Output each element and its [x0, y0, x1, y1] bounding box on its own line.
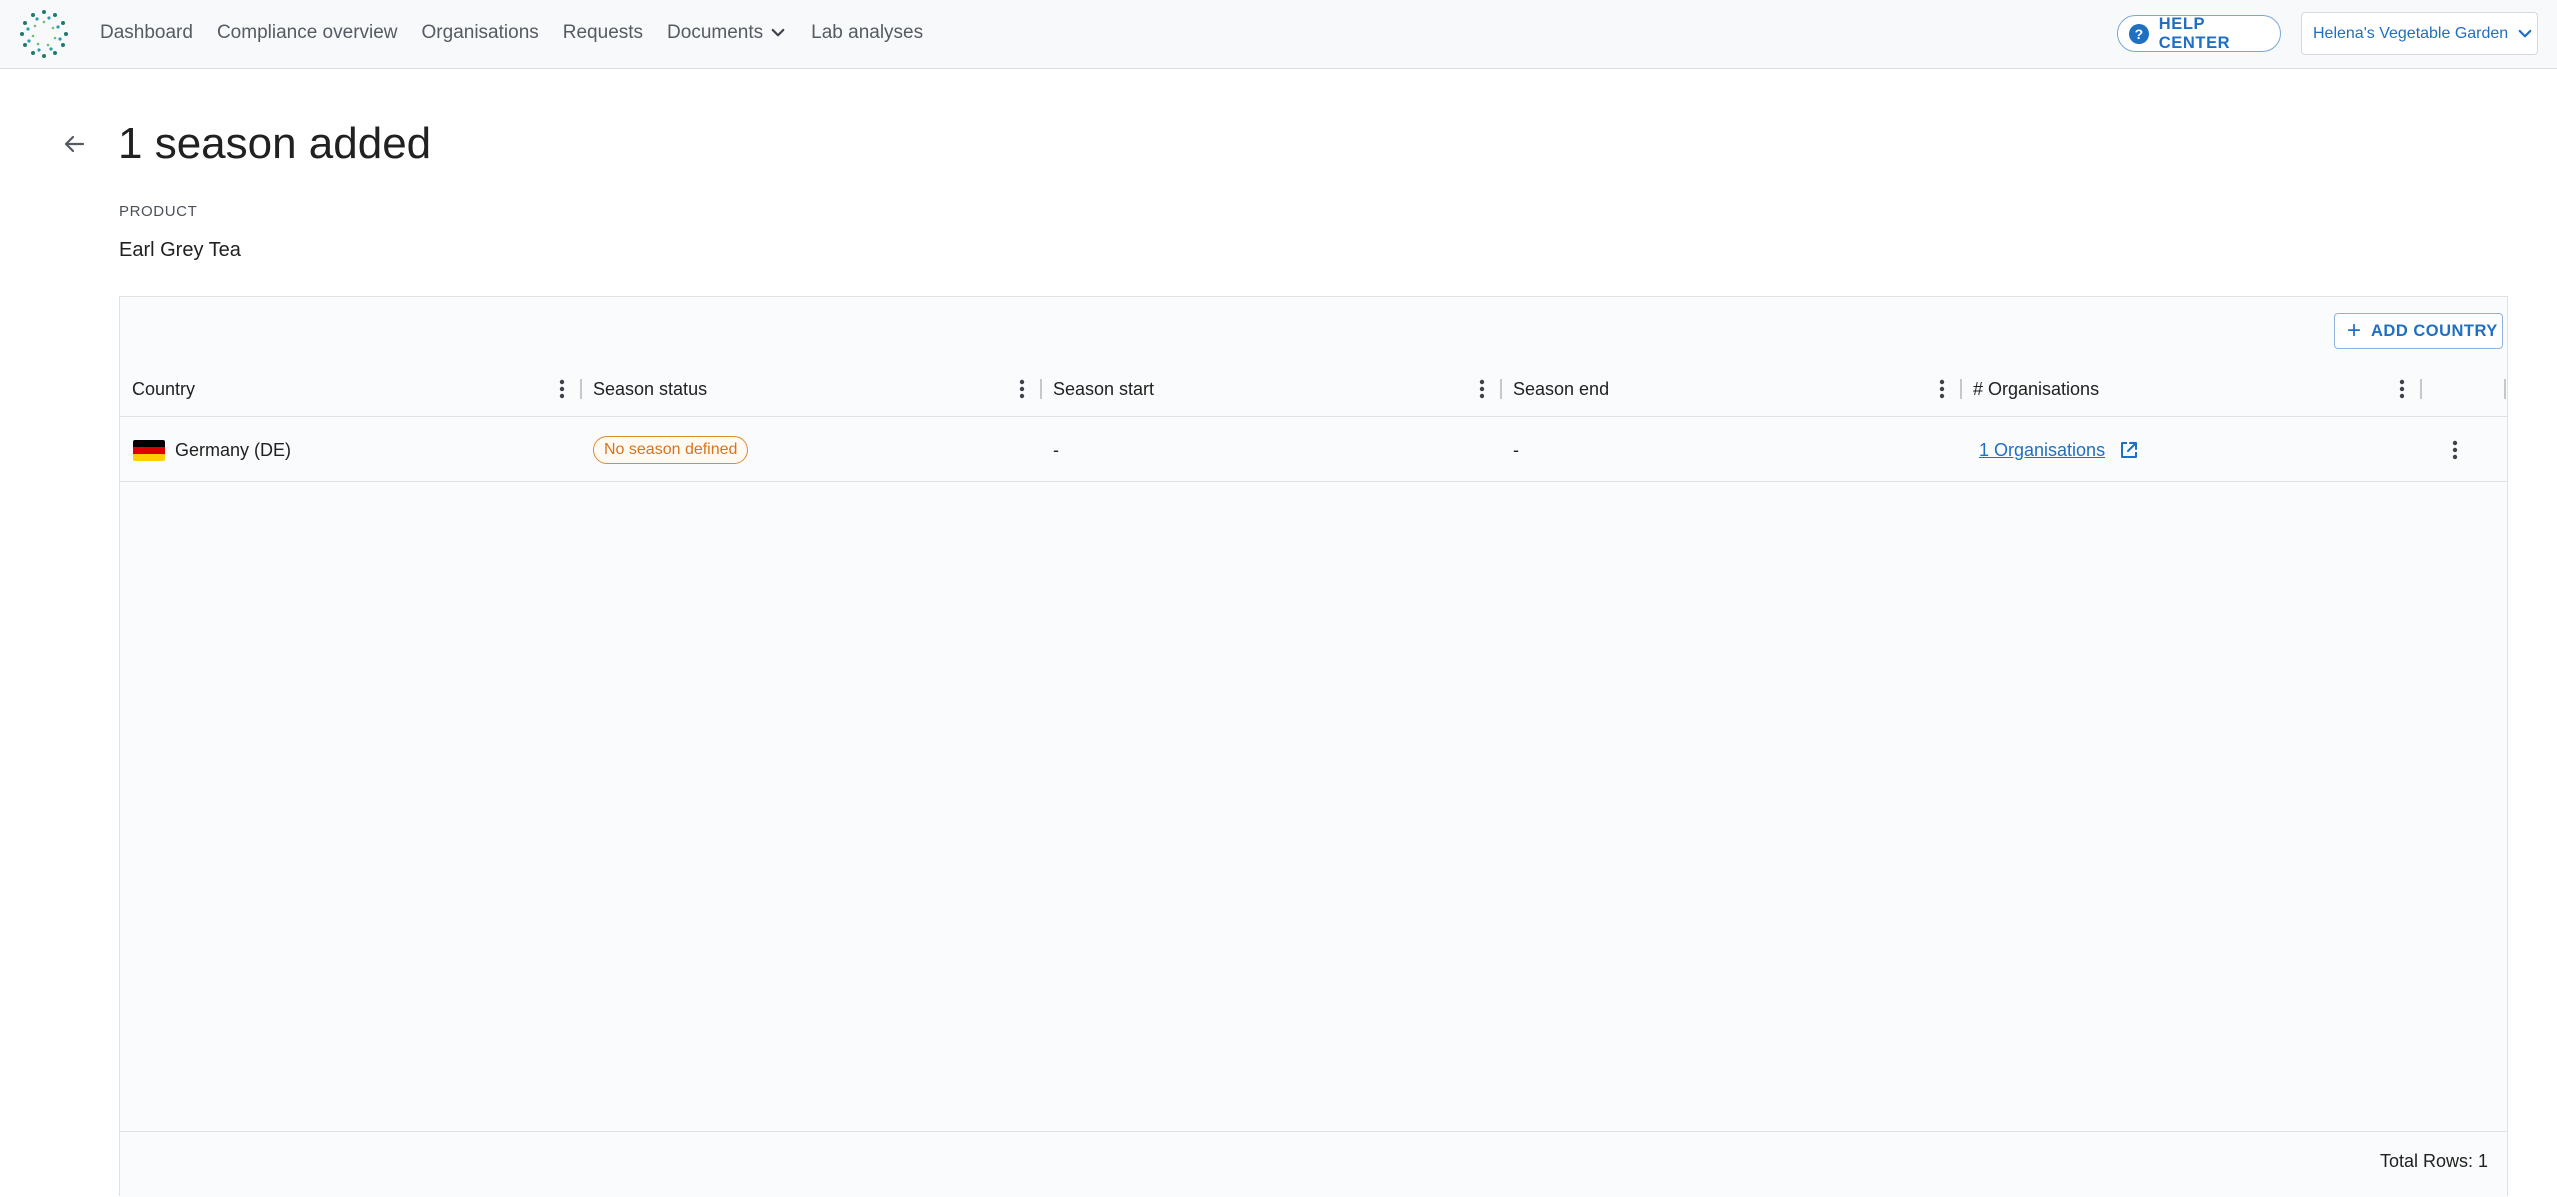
cell-season-start: -	[1053, 439, 1059, 460]
column-header-season-end[interactable]: Season end	[1501, 361, 1961, 417]
page-title: 1 season added	[118, 119, 432, 168]
help-center-button[interactable]: ? HELP CENTER	[2117, 15, 2281, 52]
table-row[interactable]: Germany (DE) No season defined - - 1 Org…	[120, 418, 2507, 482]
column-menu-icon[interactable]	[1471, 378, 1493, 400]
column-header-season-start[interactable]: Season start	[1041, 361, 1501, 417]
total-rows-count: Total Rows: 1	[2379, 1151, 2488, 1171]
nav-dashboard[interactable]: Dashboard	[100, 22, 193, 44]
top-navigation-bar: Dashboard Compliance overview Organisati…	[0, 0, 2557, 69]
nav-compliance-overview[interactable]: Compliance overview	[217, 22, 398, 44]
chevron-down-icon	[2518, 29, 2532, 37]
back-arrow-icon[interactable]	[58, 128, 90, 160]
column-header-country[interactable]: Country	[120, 361, 580, 417]
column-separator[interactable]	[2504, 379, 2506, 399]
flag-stripe	[133, 446, 165, 454]
cell-season-status: No season defined	[593, 418, 749, 482]
row-actions-menu-icon[interactable]	[2444, 439, 2466, 461]
product-value: Earl Grey Tea	[119, 239, 241, 261]
open-in-new-icon[interactable]	[2119, 440, 2139, 460]
flag-stripe	[133, 453, 165, 461]
column-menu-icon[interactable]	[1011, 378, 1033, 400]
seasons-grid: + ADD COUNTRY Country Season status Seas…	[119, 296, 2508, 1197]
column-menu-icon[interactable]	[1931, 378, 1953, 400]
flag-stripe	[133, 439, 165, 447]
plus-icon: +	[2347, 317, 2362, 344]
logo-icon[interactable]	[18, 8, 70, 60]
organisation-selector[interactable]: Helena's Vegetable Garden	[2301, 12, 2538, 55]
add-country-button[interactable]: + ADD COUNTRY	[2334, 313, 2503, 349]
column-header-season-status[interactable]: Season status	[581, 361, 1041, 417]
column-separator[interactable]	[2420, 379, 2422, 399]
column-header-organisations[interactable]: # Organisations	[1961, 361, 2421, 417]
help-icon: ?	[2129, 23, 2149, 44]
column-menu-icon[interactable]	[2391, 378, 2413, 400]
nav-requests[interactable]: Requests	[563, 22, 643, 44]
column-menu-icon[interactable]	[551, 378, 573, 400]
grid-header-row: Country Season status Season start Seaso…	[120, 361, 2507, 417]
organisations-link[interactable]: 1 Organisations	[1979, 440, 2105, 461]
germany-flag-icon	[133, 439, 165, 461]
cell-country: Germany (DE)	[133, 418, 291, 482]
product-label: PRODUCT	[119, 203, 198, 220]
nav-lab-analyses[interactable]: Lab analyses	[811, 22, 923, 44]
chevron-down-icon	[771, 28, 785, 37]
status-badge: No season defined	[593, 436, 749, 464]
main-nav: Dashboard Compliance overview Organisati…	[100, 0, 947, 66]
cell-organisations: 1 Organisations	[1979, 418, 2139, 482]
nav-documents[interactable]: Documents	[667, 22, 787, 44]
grid-footer: Total Rows: 1	[120, 1131, 2507, 1197]
cell-season-end: -	[1513, 439, 1519, 460]
nav-organisations[interactable]: Organisations	[422, 22, 539, 44]
